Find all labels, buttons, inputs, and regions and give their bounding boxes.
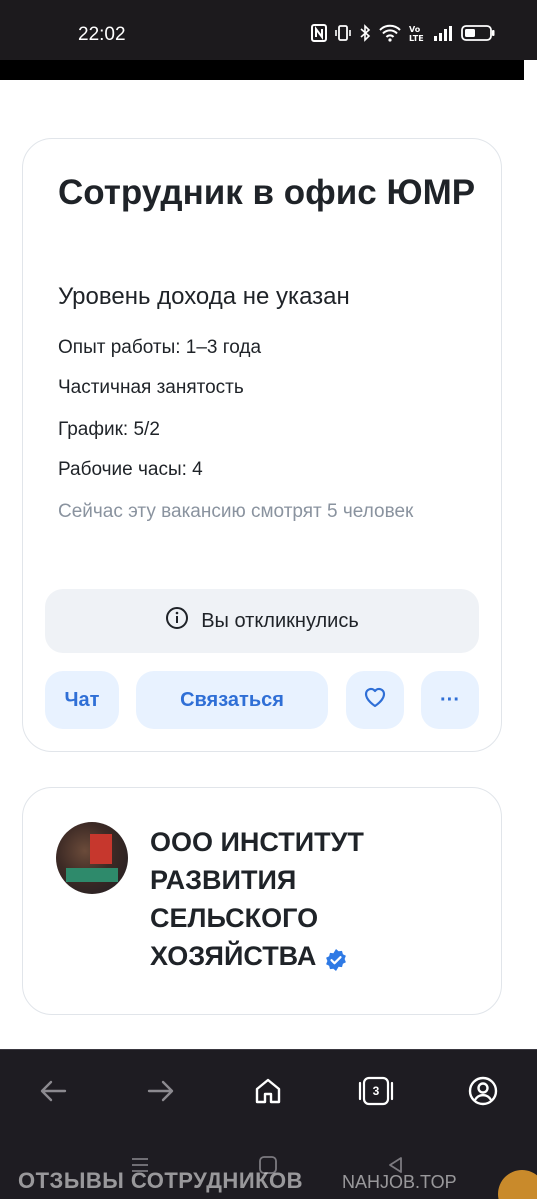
- forward-arrow-icon[interactable]: [146, 1076, 176, 1106]
- chat-button[interactable]: Чат: [45, 671, 119, 729]
- nfc-icon: [311, 22, 327, 44]
- employment-text: Частичная занятость: [58, 377, 244, 398]
- viewers-text: Сейчас эту вакансию смотрят 5 человек: [58, 501, 414, 522]
- svg-text:Vo: Vo: [409, 25, 421, 34]
- salary-text: Уровень дохода не указан: [58, 283, 350, 310]
- vacancy-title: Сотрудник в офис ЮМР: [58, 173, 476, 212]
- battery-icon: [461, 22, 495, 44]
- company-card[interactable]: ООО ИНСТИТУТ РАЗВИТИЯ СЕЛЬСКОГО ХОЗЯЙСТВ…: [22, 787, 502, 1015]
- watermark-reviews: ОТЗЫВЫ СОТРУДНИКОВ: [18, 1168, 304, 1193]
- more-icon: ···: [440, 688, 460, 711]
- applied-status-button[interactable]: Вы откликнулись: [45, 589, 479, 653]
- hours-text: Рабочие часы: 4: [58, 459, 203, 480]
- status-time: 22:02: [78, 24, 126, 45]
- profile-icon[interactable]: [468, 1076, 498, 1106]
- company-name[interactable]: ООО ИНСТИТУТ РАЗВИТИЯ СЕЛЬСКОГО ХОЗЯЙСТВ…: [150, 823, 450, 975]
- svg-text:LTE: LTE: [409, 34, 424, 42]
- company-avatar: [56, 822, 128, 894]
- tabs-count: 3: [372, 1084, 380, 1098]
- favorite-button[interactable]: [346, 671, 404, 729]
- vacancy-card: Сотрудник в офис ЮМР Уровень дохода не у…: [22, 138, 502, 752]
- status-icons: Vo LTE: [311, 22, 495, 44]
- experience-text: Опыт работы: 1–3 года: [58, 337, 262, 358]
- back-arrow-icon[interactable]: [38, 1076, 68, 1106]
- vibrate-icon: [335, 22, 351, 44]
- schedule-text: График: 5/2: [58, 419, 160, 440]
- status-bar: 22:02 Vo LTE: [0, 0, 537, 60]
- applied-label: Вы откликнулись: [201, 609, 359, 632]
- heart-icon: [363, 686, 387, 714]
- chat-label: Чат: [64, 688, 100, 711]
- tabs-icon[interactable]: 3: [358, 1075, 394, 1107]
- contact-button[interactable]: Связаться: [136, 671, 328, 729]
- watermark-site: NAHJOB.TOP: [342, 1172, 457, 1192]
- wifi-icon: [379, 22, 401, 44]
- contact-label: Связаться: [180, 688, 284, 711]
- more-button[interactable]: ···: [421, 671, 479, 729]
- signal-icon: [433, 22, 453, 44]
- top-strip: [0, 60, 524, 80]
- bluetooth-icon: [359, 22, 371, 44]
- verified-icon: [324, 944, 348, 971]
- volte-icon: Vo LTE: [409, 22, 425, 44]
- info-icon: [165, 606, 189, 636]
- home-icon[interactable]: [253, 1076, 283, 1106]
